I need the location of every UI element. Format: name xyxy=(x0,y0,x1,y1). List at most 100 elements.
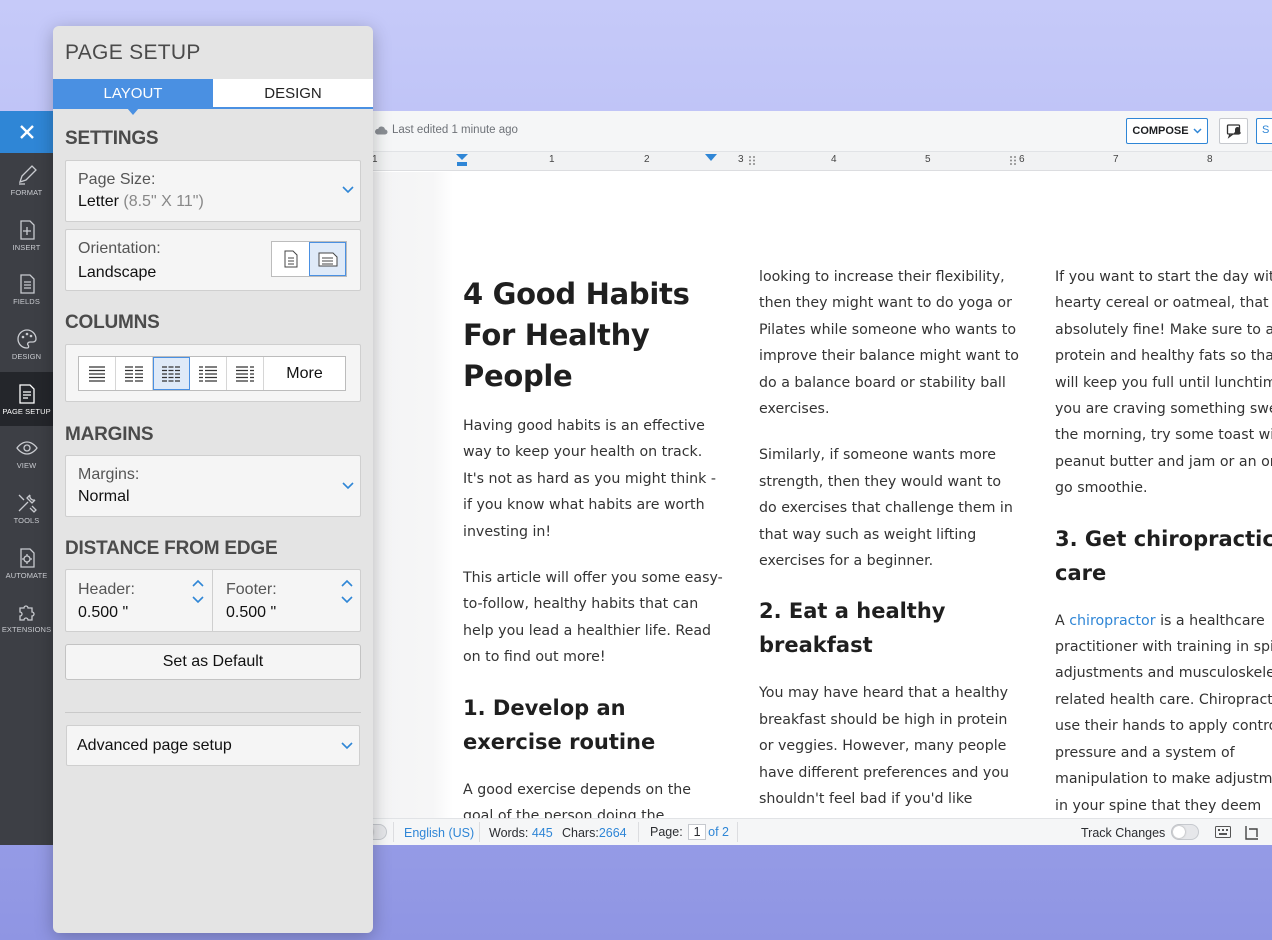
last-edited-text: Last edited 1 minute ago xyxy=(392,124,518,136)
column-handle-icon[interactable] xyxy=(1009,155,1017,166)
header-spinner xyxy=(192,579,204,604)
orientation-label: Orientation: xyxy=(78,240,161,257)
document-column-2: looking to increase their flexibility, t… xyxy=(759,264,1021,833)
rail-item-extensions[interactable]: EXTENSIONS xyxy=(0,591,53,646)
header-distance-stepper[interactable]: Header: 0.500 " xyxy=(66,570,213,631)
set-as-default-button[interactable]: Set as Default xyxy=(65,644,361,680)
rail-item-format[interactable]: FORMAT xyxy=(0,153,53,208)
rail-item-label: TOOLS xyxy=(13,515,40,525)
rail-item-label: DESIGN xyxy=(11,351,42,361)
advanced-page-setup-dropdown[interactable]: Advanced page setup xyxy=(66,725,360,766)
one-column-button[interactable] xyxy=(79,357,116,390)
section-heading: 3. Get chiropractic care xyxy=(1055,526,1272,585)
chars-label: Chars: xyxy=(562,826,599,840)
status-divider xyxy=(638,822,639,842)
tools-icon xyxy=(18,494,37,513)
three-columns-button[interactable] xyxy=(153,357,190,390)
section-heading: 1. Develop an exercise routine xyxy=(463,695,656,754)
ruler-number: 5 xyxy=(925,154,931,165)
status-divider xyxy=(479,822,480,842)
rail-item-fields[interactable]: FIELDS xyxy=(0,262,53,317)
close-panel-button[interactable] xyxy=(0,111,53,153)
comment-notification-button[interactable] xyxy=(1219,118,1248,144)
rail-item-view[interactable]: VIEW xyxy=(0,426,53,481)
left-tool-rail: FORMAT INSERT FIELDS DESIGN PAGE SETUP V… xyxy=(0,111,53,845)
comment-bell-icon xyxy=(1226,124,1241,139)
page-size-dropdown[interactable]: Page Size: Letter (8.5" X 11") xyxy=(65,160,361,222)
rail-item-label: AUTOMATE xyxy=(5,570,48,580)
column-handle-icon[interactable] xyxy=(748,155,756,166)
header-value: 0.500 " xyxy=(78,604,129,621)
ruler-number: 2 xyxy=(644,154,650,165)
tab-design[interactable]: DESIGN xyxy=(213,79,373,109)
right-column-icon xyxy=(236,365,254,382)
last-edited-status: Last edited 1 minute ago xyxy=(374,124,518,136)
chevron-up-icon[interactable] xyxy=(341,579,353,587)
right-column-button[interactable] xyxy=(227,357,264,390)
landscape-button[interactable] xyxy=(309,242,346,276)
three-columns-icon xyxy=(162,365,180,382)
orientation-value: Landscape xyxy=(78,264,157,281)
paragraph: looking to increase their flexibility, t… xyxy=(759,269,1019,418)
footer-label: Footer: xyxy=(226,581,277,598)
status-divider xyxy=(393,822,394,842)
chevron-down-icon xyxy=(1193,128,1202,134)
columns-heading: COLUMNS xyxy=(65,312,160,333)
right-indent-marker-icon[interactable] xyxy=(705,154,717,164)
share-button[interactable]: S xyxy=(1256,118,1272,144)
rail-item-label: VIEW xyxy=(16,461,37,471)
rail-item-design[interactable]: DESIGN xyxy=(0,317,53,372)
ruler-number: 4 xyxy=(831,154,837,165)
portrait-button[interactable] xyxy=(272,242,309,276)
page-setup-icon xyxy=(18,383,35,404)
ruler-number: 1 xyxy=(549,154,555,165)
rail-item-tools[interactable]: TOOLS xyxy=(0,481,53,536)
tab-layout[interactable]: LAYOUT xyxy=(53,79,213,115)
rail-item-label: INSERT xyxy=(12,242,41,252)
rail-item-automate[interactable]: AUTOMATE xyxy=(0,536,53,591)
left-column-icon xyxy=(199,365,217,382)
page-size-dims: (8.5" X 11") xyxy=(123,193,204,210)
one-column-icon xyxy=(89,365,105,382)
margins-heading: MARGINS xyxy=(65,424,154,445)
rail-item-label: FIELDS xyxy=(13,297,40,307)
more-columns-button[interactable]: More xyxy=(264,357,345,390)
words-value: 445 xyxy=(531,826,553,840)
track-changes-toggle[interactable] xyxy=(1171,824,1199,840)
chiropractor-link[interactable]: chiropractor xyxy=(1069,613,1155,629)
puzzle-icon xyxy=(18,605,35,621)
page-view-icon[interactable] xyxy=(1245,825,1259,840)
chevron-up-icon[interactable] xyxy=(192,579,204,587)
compose-button[interactable]: COMPOSE xyxy=(1126,118,1208,144)
paragraph: This article will offer you some easy-to… xyxy=(463,570,723,666)
page-number-input[interactable]: 1 xyxy=(688,824,707,840)
page-size-value: Letter (8.5" X 11") xyxy=(78,193,204,211)
margins-value: Normal xyxy=(78,488,130,505)
language-selector[interactable]: English (US) xyxy=(404,826,474,840)
paragraph: If you want to start the day with a hear… xyxy=(1055,269,1272,497)
words-label: Words: xyxy=(489,826,529,840)
two-columns-button[interactable] xyxy=(116,357,153,390)
left-indent-marker-icon[interactable] xyxy=(456,154,468,168)
margins-dropdown[interactable]: Margins: Normal xyxy=(65,455,361,517)
ruler-number: 3 xyxy=(738,154,744,165)
chevron-down-icon xyxy=(342,186,354,194)
keyboard-icon[interactable] xyxy=(1215,826,1231,838)
rail-item-insert[interactable]: INSERT xyxy=(0,208,53,263)
portrait-page-icon xyxy=(284,250,297,268)
rail-item-page-setup[interactable]: PAGE SETUP xyxy=(0,371,53,427)
chevron-down-icon[interactable] xyxy=(341,596,353,604)
text-run: A xyxy=(1055,612,1070,629)
status-divider xyxy=(737,822,738,842)
pen-icon xyxy=(18,164,37,185)
left-column-button[interactable] xyxy=(190,357,227,390)
compose-label: COMPOSE xyxy=(1132,125,1189,137)
chevron-down-icon[interactable] xyxy=(192,596,204,604)
footer-distance-stepper[interactable]: Footer: 0.500 " xyxy=(214,570,361,631)
panel-tabs: LAYOUT DESIGN xyxy=(53,79,373,115)
orientation-toggle-group xyxy=(271,241,347,277)
ruler-number: 8 xyxy=(1207,154,1213,165)
columns-button-group: More xyxy=(78,356,346,391)
orientation-control: Orientation: Landscape xyxy=(65,229,361,291)
chevron-down-icon xyxy=(341,742,353,750)
